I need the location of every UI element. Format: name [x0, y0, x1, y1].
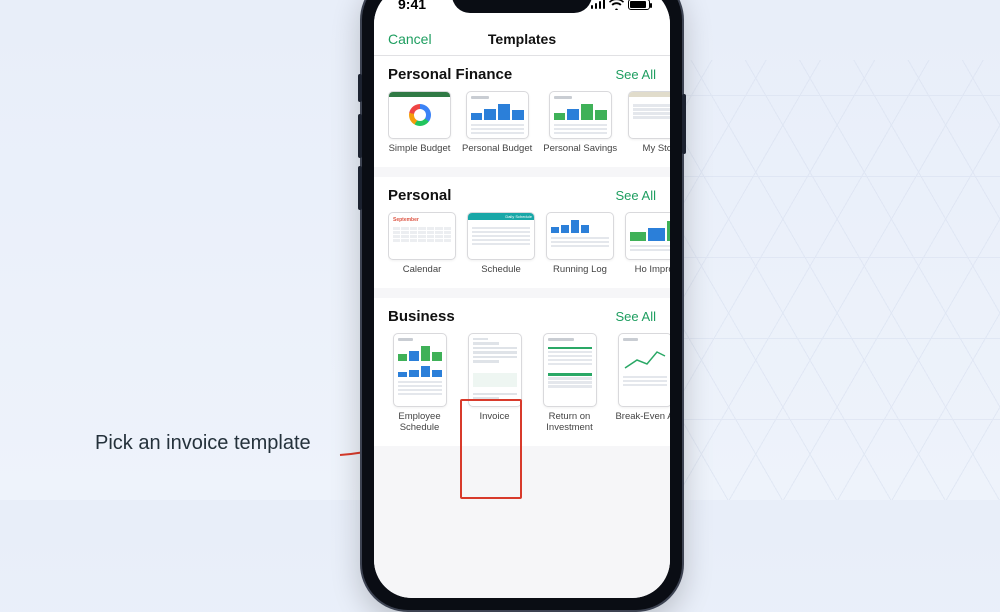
section-title: Personal Finance	[388, 66, 512, 83]
section-title: Personal	[388, 187, 451, 204]
template-label: Running Log	[553, 265, 607, 276]
cancel-button[interactable]: Cancel	[388, 31, 432, 47]
side-button	[682, 94, 686, 154]
see-all-button[interactable]: See All	[616, 67, 656, 82]
template-break-even[interactable]: Break-Even A	[613, 333, 670, 434]
template-label: Ho Improv	[635, 265, 670, 276]
wifi-icon	[609, 0, 624, 10]
template-return-on-investment[interactable]: Return on Investment	[538, 333, 601, 434]
template-label: Schedule	[481, 265, 521, 276]
template-label: Invoice	[479, 412, 509, 423]
see-all-button[interactable]: See All	[616, 309, 656, 324]
template-home-improvement[interactable]: Ho Improv	[625, 212, 670, 276]
template-label: Break-Even A	[615, 412, 670, 423]
template-label: Return on Investment	[538, 412, 601, 434]
template-label: Simple Budget	[389, 144, 451, 155]
signal-icon	[591, 0, 606, 9]
battery-icon	[628, 0, 650, 10]
templates-content[interactable]: Personal Finance See All Simple Budget P…	[374, 56, 670, 598]
template-schedule[interactable]: Daily Schedule Schedule	[467, 212, 535, 276]
template-calendar[interactable]: September Calendar	[388, 212, 456, 276]
nav-bar: Cancel Templates	[374, 22, 670, 56]
phone-mock: 9:41 Cancel Templates Personal Finance S…	[360, 0, 684, 612]
template-label: My Stoc	[643, 144, 670, 155]
template-personal-budget[interactable]: Personal Budget	[462, 91, 532, 155]
annotation-text: Pick an invoice template	[95, 432, 311, 455]
template-running-log[interactable]: Running Log	[546, 212, 614, 276]
status-time: 9:41	[398, 0, 426, 12]
template-label: Personal Savings	[543, 144, 617, 155]
section-title: Business	[388, 308, 455, 325]
section-personal-finance: Personal Finance See All Simple Budget P…	[374, 56, 670, 167]
side-button	[358, 114, 362, 158]
template-label: Calendar	[403, 265, 442, 276]
template-personal-savings[interactable]: Personal Savings	[543, 91, 617, 155]
page-title: Templates	[488, 31, 556, 47]
template-invoice[interactable]: Invoice	[463, 333, 526, 434]
template-my-stocks[interactable]: My Stoc	[628, 91, 670, 155]
template-employee-schedule[interactable]: Employee Schedule	[388, 333, 451, 434]
template-label: Employee Schedule	[388, 412, 451, 434]
notch	[452, 0, 592, 13]
section-personal: Personal See All September Calendar Dail…	[374, 177, 670, 288]
template-label: Personal Budget	[462, 144, 532, 155]
template-simple-budget[interactable]: Simple Budget	[388, 91, 451, 155]
section-business: Business See All Employee Schedule Invoi…	[374, 298, 670, 446]
side-button	[358, 166, 362, 210]
see-all-button[interactable]: See All	[616, 188, 656, 203]
side-button	[358, 74, 362, 102]
